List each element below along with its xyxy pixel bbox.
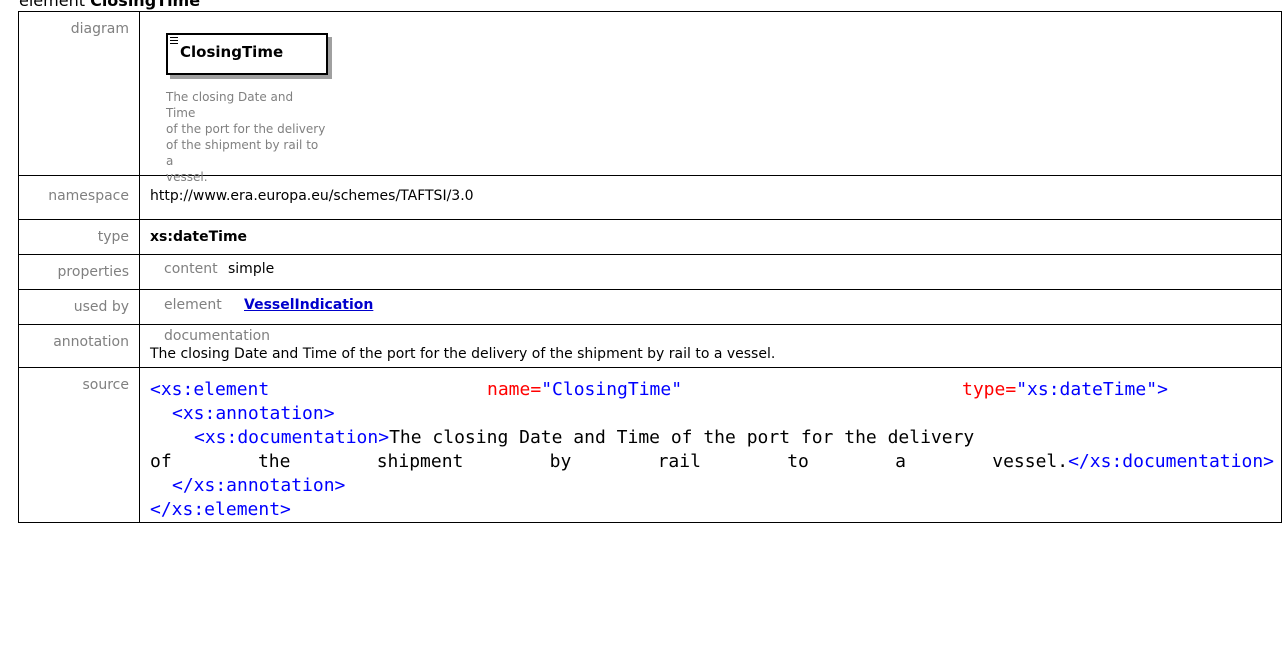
label-type: type	[18, 219, 140, 255]
annotation-text: The closing Date and Time of the port fo…	[150, 346, 776, 362]
label-source: source	[18, 367, 140, 523]
element-lines-icon	[170, 37, 178, 46]
source-word: the	[257, 451, 291, 472]
source-attr-name: name=	[487, 379, 542, 400]
source-word: vessel.	[992, 451, 1069, 472]
source-line: <xs:element name="ClosingTime" type="xs:…	[150, 378, 1269, 402]
source-tag: </xs:documentation>	[1068, 451, 1274, 472]
source-attr-type: type=	[962, 379, 1017, 400]
row-used-by: used by element VesselIndication	[18, 289, 1282, 325]
source-line: <xs:documentation> The closing Date and T…	[150, 426, 1269, 450]
source-tag: <xs:element	[150, 379, 270, 400]
row-type: type xs:dateTime	[18, 219, 1282, 255]
source-word: to	[787, 451, 809, 472]
label-namespace: namespace	[18, 175, 140, 220]
source-tag: <xs:documentation>	[194, 427, 390, 448]
source-word: of	[150, 451, 172, 472]
row-source: source <xs:element name="ClosingTime" ty…	[18, 367, 1282, 523]
heading-prefix: element	[19, 0, 85, 10]
property-value: simple	[228, 261, 275, 277]
label-annotation: annotation	[18, 324, 140, 368]
source-word: shipment	[376, 451, 464, 472]
source-word: a	[895, 451, 906, 472]
source-code: <xs:element name="ClosingTime" type="xs:…	[140, 368, 1281, 522]
doc-line: The closing Date and Time	[166, 90, 294, 120]
label-used-by: used by	[18, 289, 140, 325]
row-diagram: diagram ClosingTime The closing Date and…	[18, 11, 1282, 184]
source-line: </xs:annotation>	[150, 474, 1269, 498]
row-properties: properties content simple	[18, 254, 1282, 290]
element-node-doc: The closing Date and Time of the port fo…	[166, 89, 326, 185]
source-attr-value: "xs:dateTime"	[1016, 379, 1158, 400]
source-word: by	[549, 451, 572, 472]
property-content: content simple	[140, 255, 1281, 277]
used-by-link[interactable]: VesselIndication	[244, 297, 373, 313]
diagram-cell: ClosingTime The closing Date and Time of…	[139, 11, 1282, 184]
annotation-key: documentation	[164, 328, 271, 344]
source-word: rail	[657, 451, 701, 472]
heading-element-name: ClosingTime	[90, 0, 201, 10]
doc-line: of the port for the delivery	[166, 122, 326, 136]
source-line: <xs:annotation>	[150, 402, 1269, 426]
source-attr-value: "ClosingTime"	[541, 379, 683, 400]
doc-line: vessel.	[166, 170, 208, 184]
property-key: content	[164, 261, 218, 277]
source-line: </xs:element>	[150, 498, 1269, 522]
element-node[interactable]: ClosingTime	[166, 33, 328, 75]
source-close: >	[1157, 379, 1168, 400]
source-line: of the shipment by rail to a vessel.</xs…	[150, 450, 1274, 474]
used-by-kind: element	[164, 297, 222, 313]
schema-diagram: ClosingTime The closing Date and Time of…	[166, 33, 336, 184]
page-heading: element ClosingTime	[19, 0, 200, 11]
element-node-name: ClosingTime	[180, 43, 284, 61]
source-tag: <xs:annotation>	[172, 403, 335, 424]
source-text: The closing Date and Time of the port fo…	[389, 427, 975, 448]
source-tag: </xs:annotation>	[172, 475, 346, 496]
label-properties: properties	[18, 254, 140, 290]
used-by-entry: element VesselIndication	[140, 290, 1281, 313]
doc-line: of the shipment by rail to a	[166, 138, 319, 168]
row-annotation: annotation documentation The closing Dat…	[18, 324, 1282, 368]
element-doc-table: diagram ClosingTime The closing Date and…	[18, 11, 1282, 523]
label-diagram: diagram	[18, 11, 140, 176]
type-value: xs:dateTime	[150, 229, 248, 245]
source-tag: </xs:element>	[150, 499, 291, 520]
